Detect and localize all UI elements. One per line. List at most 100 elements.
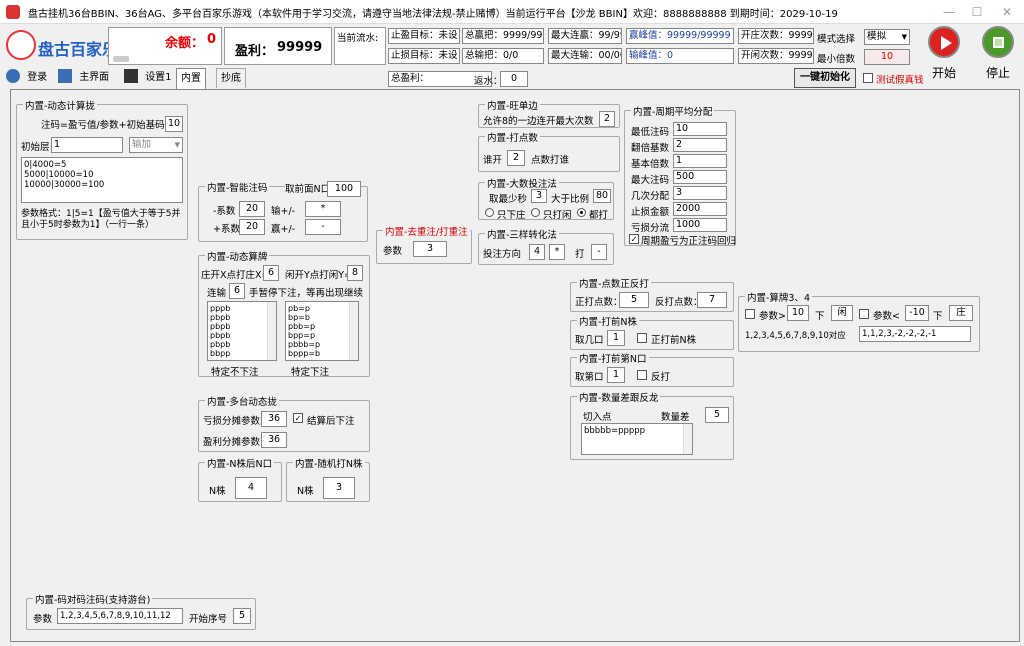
start-index-label: 开始序号 bbox=[189, 614, 228, 625]
close-button[interactable]: ✕ bbox=[992, 2, 1022, 22]
hit-field[interactable]: - bbox=[591, 244, 607, 260]
front-n-field[interactable]: 1 bbox=[607, 330, 625, 346]
win-loss-select[interactable]: 输加 ▼ bbox=[129, 137, 183, 153]
n-after-field[interactable]: 4 bbox=[235, 477, 267, 499]
zhuang-field[interactable]: 6 bbox=[263, 265, 279, 281]
count-diff-textarea[interactable]: bbbbb=ppppp bbox=[581, 423, 693, 455]
period-row-field[interactable]: 3 bbox=[673, 186, 727, 200]
front-mouth-field[interactable]: 1 bbox=[607, 367, 625, 383]
tab-settings[interactable]: 设置1 bbox=[124, 68, 172, 88]
neg-field[interactable]: 7 bbox=[697, 292, 727, 308]
pos-field[interactable]: 5 bbox=[619, 292, 649, 308]
init-layer-label: 初始层 bbox=[21, 142, 50, 153]
period-row-field[interactable]: 1000 bbox=[673, 218, 727, 232]
period-row-field[interactable]: 500 bbox=[673, 170, 727, 184]
tab-login[interactable]: 登录 bbox=[6, 68, 47, 88]
dir-label: 投注方向 bbox=[483, 249, 522, 260]
test-real-checkbox[interactable] bbox=[863, 73, 873, 83]
coef1-field[interactable]: 20 bbox=[239, 201, 265, 217]
settle-checkbox[interactable]: ✓ bbox=[293, 413, 303, 423]
code-pair-field[interactable]: 1,2,3,4,5,6,7,8,9,10,11,12 bbox=[57, 608, 183, 624]
current-flow-panel: 当前流水: bbox=[334, 27, 386, 65]
start-index-field[interactable]: 5 bbox=[233, 608, 251, 624]
period-row-label: 最大注码 bbox=[631, 175, 670, 186]
min-multiplier-field[interactable]: 10 bbox=[864, 49, 910, 65]
stop-icon bbox=[982, 26, 1014, 58]
random-n-field[interactable]: 3 bbox=[323, 477, 355, 499]
init-layer-field[interactable]: 1 bbox=[51, 137, 123, 153]
hit-points-suffix: 点数打谁 bbox=[531, 155, 570, 166]
cycle-checkbox[interactable]: ✓ bbox=[629, 234, 639, 244]
group-title: 内置-周期平均分配 bbox=[631, 104, 715, 118]
start-button[interactable]: 开始 bbox=[924, 26, 964, 82]
formula-value[interactable]: 10 bbox=[165, 116, 183, 132]
floppy-icon bbox=[124, 68, 138, 83]
radio-xian[interactable] bbox=[531, 208, 540, 217]
radio-zhuang[interactable] bbox=[485, 208, 494, 217]
dir-op-field[interactable]: * bbox=[549, 244, 565, 260]
big-min-label: 取最少秒 bbox=[489, 194, 528, 205]
front-n-checkbox[interactable] bbox=[637, 333, 647, 343]
tab-builtin[interactable]: 内置 bbox=[176, 68, 206, 89]
bet-scrollbar[interactable] bbox=[349, 302, 358, 360]
tab-main[interactable]: 主界面 bbox=[58, 68, 109, 88]
bet-list[interactable]: pb=p bp=b pbb=p bpp=p pbbb=p bppp=b bbox=[285, 301, 359, 361]
diff-field[interactable]: 5 bbox=[705, 407, 729, 423]
front-n-field[interactable]: 100 bbox=[327, 181, 361, 197]
dir-field[interactable]: 4 bbox=[529, 244, 545, 260]
coef1-op-label: 输+/- bbox=[271, 206, 296, 217]
rebate-field[interactable]: 0 bbox=[500, 71, 528, 87]
stop-button[interactable]: 停止 bbox=[978, 26, 1018, 82]
down1-field[interactable]: 闲 bbox=[831, 305, 853, 321]
group-big-count: 内置-大数投注法 取最少秒 3 大于比例 80 只下庄 只打闲 都打 bbox=[478, 176, 614, 221]
balance-toggle[interactable] bbox=[113, 56, 129, 62]
tab-bottom[interactable]: 抄底 bbox=[216, 68, 246, 88]
coef1-op-field[interactable]: * bbox=[305, 201, 341, 217]
down2-field[interactable]: 庄 bbox=[949, 305, 973, 321]
param1-field[interactable]: 10 bbox=[787, 305, 809, 321]
param-textarea[interactable]: 0|4000=5 5000|10000=10 10000|30000=100 bbox=[21, 157, 183, 203]
big-ratio-field[interactable]: 80 bbox=[593, 189, 611, 203]
rebate-label: 返水： bbox=[474, 76, 503, 87]
hit-points-field[interactable]: 2 bbox=[507, 150, 525, 166]
param2-field[interactable]: -10 bbox=[905, 305, 929, 321]
maximize-button[interactable]: ☐ bbox=[962, 2, 992, 22]
one-side-label: 允许8的一边连开最大次数 bbox=[483, 116, 594, 127]
seq-right-field[interactable]: 1,1,2,3,-2,-2,-2,-1 bbox=[859, 326, 971, 342]
init-button[interactable]: 一键初始化 bbox=[794, 68, 856, 88]
period-row-label: 止损金额 bbox=[631, 207, 670, 218]
period-row-field[interactable]: 2000 bbox=[673, 202, 727, 216]
go-heavy-field[interactable]: 3 bbox=[413, 241, 447, 257]
total-loss-hands: 总输把：0/0 bbox=[462, 48, 544, 64]
mode-label: 模式选择 bbox=[817, 34, 856, 45]
period-row-field[interactable]: 10 bbox=[673, 122, 727, 136]
no-bet-scrollbar[interactable] bbox=[267, 302, 276, 360]
profit-value: 99999 bbox=[277, 40, 323, 55]
loss-share-field[interactable]: 36 bbox=[261, 411, 287, 427]
coef2-field[interactable]: 20 bbox=[239, 219, 265, 235]
reverse-checkbox[interactable] bbox=[637, 370, 647, 380]
param2-checkbox[interactable] bbox=[859, 309, 869, 319]
minimize-button[interactable]: — bbox=[934, 2, 964, 22]
profit-share-field[interactable]: 36 bbox=[261, 432, 287, 448]
xian-field[interactable]: 8 bbox=[347, 265, 363, 281]
coef2-op-field[interactable]: - bbox=[305, 219, 341, 235]
current-flow-label: 当前流水: bbox=[337, 33, 379, 44]
tab-login-label: 登录 bbox=[27, 72, 48, 83]
mode-select[interactable]: 模拟 ▼ bbox=[864, 29, 910, 45]
one-side-field[interactable]: 2 bbox=[599, 111, 615, 127]
loss-share-label: 亏损分摊参数 bbox=[203, 416, 261, 427]
seq-left-label: 1,2,3,4,5,6,7,8,9,10对应 bbox=[745, 331, 846, 341]
streak-field[interactable]: 6 bbox=[229, 283, 245, 299]
group-random-n: 内置-随机打N株 N株 3 bbox=[286, 456, 370, 502]
period-row-field[interactable]: 2 bbox=[673, 138, 727, 152]
radio-both[interactable] bbox=[577, 208, 586, 217]
big-min-field[interactable]: 3 bbox=[531, 189, 547, 203]
param1-checkbox[interactable] bbox=[745, 309, 755, 319]
group-three-convert: 内置-三样转化法 投注方向 4 * 打 - bbox=[478, 227, 614, 265]
open-xian-count: 开闲次数：999999 bbox=[738, 48, 814, 64]
period-row-field[interactable]: 1 bbox=[673, 154, 727, 168]
group-title: 内置-打点数 bbox=[485, 130, 540, 144]
count-diff-scrollbar[interactable] bbox=[683, 424, 692, 454]
logo-icon bbox=[6, 30, 36, 60]
